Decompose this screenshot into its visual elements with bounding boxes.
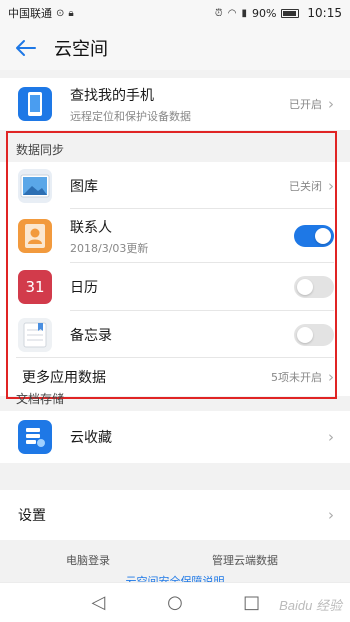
clock: 10:15 (307, 6, 342, 20)
footer-links: 电脑登录 管理云端数据 (0, 552, 350, 572)
calendar-icon-text: 31 (25, 278, 45, 296)
notification-icon: ⊙ (56, 7, 65, 19)
settings-title: 设置 (18, 508, 46, 524)
contacts-icon (18, 219, 52, 253)
nav-recents-icon[interactable]: □ (237, 592, 267, 613)
manage-cloud-link[interactable]: 管理云端数据 (212, 552, 278, 568)
sync-item-calendar[interactable]: 31 日历 (0, 263, 350, 311)
sync-item-gallery[interactable]: 图库 已关闭 › (0, 162, 350, 209)
nav-home-icon[interactable]: ○ (160, 592, 190, 613)
doc-storage-heading: 文档存储 (16, 391, 65, 406)
contacts-updated: 2018/3/03更新 (70, 241, 149, 255)
chevron-right-icon: › (328, 506, 334, 524)
nav-back-icon[interactable]: ◁ (83, 592, 113, 613)
data-sync-heading: 数据同步 (0, 136, 350, 162)
chevron-right-icon: › (328, 428, 334, 446)
sync-item-title: 日历 (70, 280, 98, 296)
sync-item-title: 联系人 (70, 219, 112, 236)
find-phone-subtitle: 远程定位和保护设备数据 (70, 109, 191, 123)
more-app-data-title: 更多应用数据 (22, 370, 106, 386)
settings-row[interactable]: 设置 › (0, 490, 350, 540)
page-title: 云空间 (54, 39, 108, 60)
cloud-favorites-row[interactable]: 云收藏 › (0, 411, 350, 463)
back-button[interactable] (4, 26, 48, 70)
lock-icon: 🔒︎ (68, 7, 74, 19)
contacts-toggle[interactable] (294, 225, 334, 247)
sync-item-contacts[interactable]: 联系人 2018/3/03更新 (0, 209, 350, 263)
notes-icon (18, 317, 52, 352)
cloud-favorites-title: 云收藏 (70, 430, 112, 446)
phone-icon (18, 87, 52, 121)
app-bar: 云空间 (0, 26, 350, 70)
alarm-icon: ⏰︎ (214, 7, 223, 19)
battery-percent: 90% (251, 6, 277, 20)
gallery-icon (18, 168, 52, 203)
more-app-data-status: 5项未开启 (271, 371, 322, 384)
data-sync-card: 数据同步 图库 已关闭 › 联系人 2018/3/03更新 31 日历 备忘录 … (0, 136, 350, 396)
pc-login-link[interactable]: 电脑登录 (66, 552, 110, 568)
calendar-icon: 31 (18, 270, 52, 304)
signal-icon: ▮ (241, 7, 247, 19)
sync-item-title: 图库 (70, 178, 98, 195)
status-bar: 中国联通 ⊙ 🔒︎ ⏰︎ ◠ ▮ 90% 10:15 (0, 0, 350, 26)
chevron-right-icon: › (328, 95, 334, 113)
notes-toggle[interactable] (294, 323, 334, 346)
gallery-status: 已关闭 (289, 179, 322, 193)
wifi-icon: ◠ (227, 7, 237, 19)
sync-item-notes[interactable]: 备忘录 (0, 311, 350, 358)
calendar-toggle[interactable] (294, 276, 334, 298)
carrier-label: 中国联通 (8, 7, 52, 20)
settings-card: 设置 › (0, 490, 350, 540)
find-phone-row[interactable]: 查找我的手机 远程定位和保护设备数据 已开启 › (0, 78, 350, 130)
chevron-right-icon: › (328, 176, 334, 195)
find-phone-status: 已开启 (289, 98, 322, 111)
find-phone-title: 查找我的手机 (70, 87, 154, 104)
back-arrow-icon (16, 40, 36, 56)
watermark: Baidu 经验 (279, 598, 342, 613)
sync-item-title: 备忘录 (70, 327, 112, 344)
chevron-right-icon: › (328, 368, 334, 386)
cloud-favorites-icon (18, 420, 52, 454)
find-phone-card: 查找我的手机 远程定位和保护设备数据 已开启 › (0, 78, 350, 130)
battery-icon (281, 8, 300, 18)
doc-storage-card: 云收藏 › (0, 411, 350, 463)
